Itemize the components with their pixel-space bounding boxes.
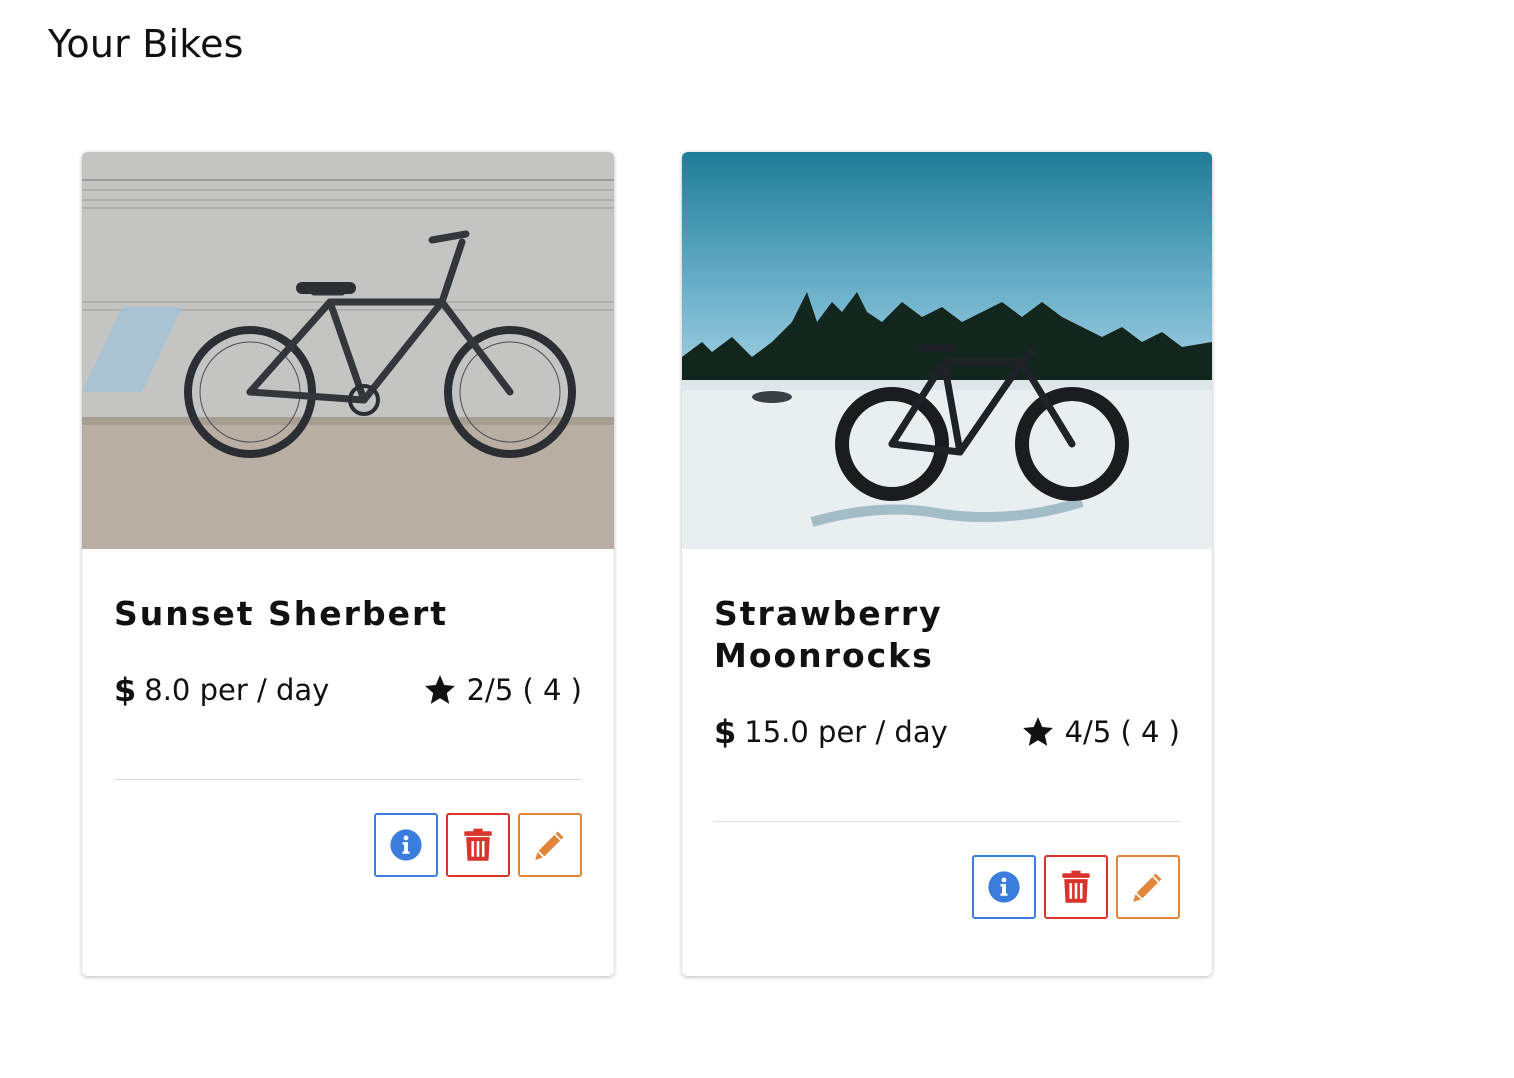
bike-card: Strawberry Moonrocks $ 15.0 per / day 4/… xyxy=(682,152,1212,976)
info-icon xyxy=(390,829,422,861)
bike-card: Sunset Sherbert $ 8.0 per / day 2/5 ( 4 … xyxy=(82,152,614,976)
price-text: 8.0 per / day xyxy=(144,673,330,707)
rating-text: 2/5 ( 4 ) xyxy=(466,673,582,707)
bike-photo xyxy=(82,152,614,549)
city-bike-photo xyxy=(82,152,614,549)
divider xyxy=(114,779,582,780)
divider xyxy=(714,821,1180,822)
trash-icon xyxy=(464,828,492,861)
bike-details-row: $ 15.0 per / day 4/5 ( 4 ) xyxy=(714,713,1180,751)
card-actions xyxy=(114,813,582,877)
bike-price: $ 8.0 per / day xyxy=(114,671,329,709)
info-icon xyxy=(988,871,1020,903)
bike-details-row: $ 8.0 per / day 2/5 ( 4 ) xyxy=(114,671,582,709)
rating-text: 4/5 ( 4 ) xyxy=(1064,715,1180,749)
bike-rating: 2/5 ( 4 ) xyxy=(423,673,582,707)
page-title: Your Bikes xyxy=(48,22,244,66)
info-button[interactable] xyxy=(972,855,1036,919)
pencil-icon xyxy=(1133,873,1162,902)
trash-icon xyxy=(1062,870,1090,903)
edit-button[interactable] xyxy=(518,813,582,877)
info-button[interactable] xyxy=(374,813,438,877)
dollar-icon: $ xyxy=(114,671,137,709)
pencil-icon xyxy=(535,831,564,860)
star-icon xyxy=(1022,717,1053,746)
star-icon xyxy=(424,675,455,704)
fat-bike-snow-photo xyxy=(682,152,1212,549)
bike-price: $ 15.0 per / day xyxy=(714,713,948,751)
dollar-icon: $ xyxy=(714,713,737,751)
bike-card-list: Sunset Sherbert $ 8.0 per / day 2/5 ( 4 … xyxy=(82,152,1212,976)
edit-button[interactable] xyxy=(1116,855,1180,919)
delete-button[interactable] xyxy=(446,813,510,877)
card-actions xyxy=(714,855,1180,919)
bike-photo xyxy=(682,152,1212,549)
price-text: 15.0 per / day xyxy=(744,715,948,749)
bike-name: Sunset Sherbert xyxy=(114,594,449,633)
delete-button[interactable] xyxy=(1044,855,1108,919)
bike-name: Strawberry Moonrocks xyxy=(714,594,943,675)
bike-rating: 4/5 ( 4 ) xyxy=(1021,715,1180,749)
